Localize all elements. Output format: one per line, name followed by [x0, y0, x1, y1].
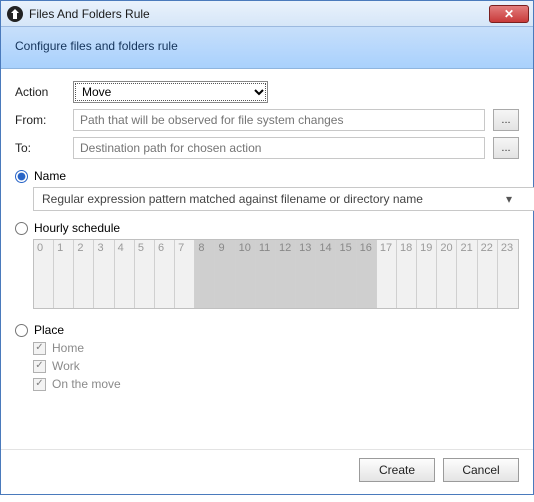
hour-cell-2[interactable]: 2 — [74, 240, 94, 308]
place-checkbox[interactable]: ✓ — [33, 342, 46, 355]
hour-cell-3[interactable]: 3 — [94, 240, 114, 308]
hour-cell-1[interactable]: 1 — [54, 240, 74, 308]
hour-cell-13[interactable]: 13 — [296, 240, 316, 308]
page-title: Configure files and folders rule — [15, 39, 178, 53]
name-pattern-select[interactable]: Regular expression pattern matched again… — [33, 187, 534, 211]
action-select[interactable]: Move — [73, 81, 268, 103]
hour-cell-7[interactable]: 7 — [175, 240, 195, 308]
place-label: Work — [52, 359, 80, 373]
hourly-radio-label: Hourly schedule — [34, 221, 120, 235]
place-item: ✓ On the move — [33, 377, 519, 391]
hour-cell-8[interactable]: 8 — [195, 240, 215, 308]
hour-cell-14[interactable]: 14 — [316, 240, 336, 308]
place-radio-label: Place — [34, 323, 64, 337]
place-label: Home — [52, 341, 84, 355]
from-input[interactable] — [73, 109, 485, 131]
cancel-button[interactable]: Cancel — [443, 458, 519, 482]
name-radio[interactable] — [15, 170, 28, 183]
hour-cell-19[interactable]: 19 — [417, 240, 437, 308]
hourly-grid[interactable]: 01234567891011121314151617181920212223 — [33, 239, 519, 309]
place-item: ✓ Work — [33, 359, 519, 373]
place-checkbox[interactable]: ✓ — [33, 360, 46, 373]
titlebar: Files And Folders Rule ✕ — [1, 1, 533, 27]
hour-cell-10[interactable]: 10 — [236, 240, 256, 308]
to-browse-button[interactable]: ... — [493, 137, 519, 159]
hour-cell-23[interactable]: 23 — [498, 240, 518, 308]
hour-cell-12[interactable]: 12 — [276, 240, 296, 308]
to-label: To: — [15, 141, 65, 155]
to-input[interactable] — [73, 137, 485, 159]
hourly-radio[interactable] — [15, 222, 28, 235]
from-label: From: — [15, 113, 65, 127]
hour-cell-0[interactable]: 0 — [34, 240, 54, 308]
close-icon: ✕ — [504, 7, 514, 21]
name-radio-label: Name — [34, 169, 66, 183]
hour-cell-15[interactable]: 15 — [336, 240, 356, 308]
hour-cell-16[interactable]: 16 — [357, 240, 377, 308]
header-band: Configure files and folders rule — [1, 27, 533, 69]
place-label: On the move — [52, 377, 121, 391]
footer: Create Cancel — [1, 449, 533, 494]
content-area: Action Move From: ... To: ... Name Regul… — [1, 69, 533, 449]
create-button[interactable]: Create — [359, 458, 435, 482]
close-button[interactable]: ✕ — [489, 5, 529, 23]
chevron-down-icon: ▾ — [506, 192, 512, 206]
hour-cell-21[interactable]: 21 — [457, 240, 477, 308]
app-icon — [7, 6, 23, 22]
from-browse-button[interactable]: ... — [493, 109, 519, 131]
hour-cell-9[interactable]: 9 — [215, 240, 235, 308]
hour-cell-20[interactable]: 20 — [437, 240, 457, 308]
hour-cell-6[interactable]: 6 — [155, 240, 175, 308]
place-checkbox[interactable]: ✓ — [33, 378, 46, 391]
place-radio[interactable] — [15, 324, 28, 337]
window-title: Files And Folders Rule — [29, 7, 150, 21]
hour-cell-22[interactable]: 22 — [478, 240, 498, 308]
hour-cell-18[interactable]: 18 — [397, 240, 417, 308]
hour-cell-11[interactable]: 11 — [256, 240, 276, 308]
place-item: ✓ Home — [33, 341, 519, 355]
dialog-window: Files And Folders Rule ✕ Configure files… — [0, 0, 534, 495]
action-label: Action — [15, 85, 65, 99]
hour-cell-4[interactable]: 4 — [115, 240, 135, 308]
name-pattern-text: Regular expression pattern matched again… — [42, 192, 423, 206]
hour-cell-17[interactable]: 17 — [377, 240, 397, 308]
hour-cell-5[interactable]: 5 — [135, 240, 155, 308]
